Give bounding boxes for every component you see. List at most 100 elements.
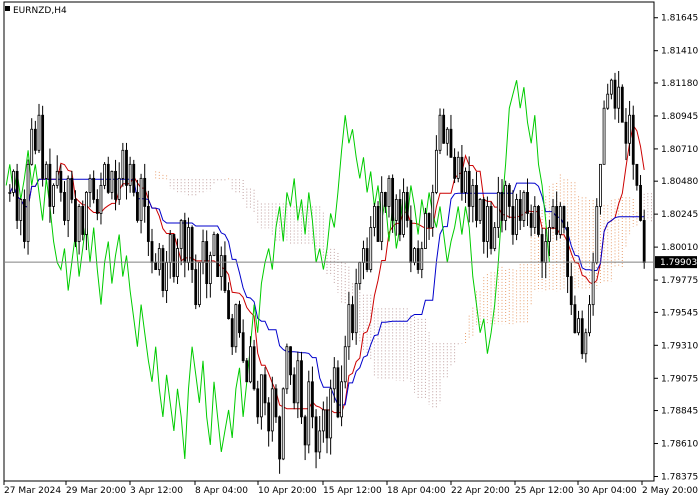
candle-body bbox=[413, 248, 416, 263]
price-tick-label: 1.79310 bbox=[661, 341, 698, 351]
candle-body bbox=[150, 241, 154, 263]
candle-body bbox=[321, 409, 325, 432]
candle-body bbox=[289, 346, 292, 376]
candle-body bbox=[504, 184, 508, 221]
price-axis[interactable]: 1.81645 1.81410 1.81180 1.80945 1.80710 1.804… bbox=[654, 14, 698, 483]
candle-body bbox=[249, 346, 252, 383]
candle-body bbox=[314, 416, 318, 453]
candle-body bbox=[420, 248, 424, 270]
candle-body bbox=[318, 430, 322, 453]
candle-body bbox=[234, 304, 238, 348]
candle-body bbox=[252, 346, 256, 390]
candle-body bbox=[642, 220, 646, 263]
candle-body bbox=[165, 262, 168, 292]
candle-body bbox=[609, 79, 613, 95]
candle-body bbox=[183, 220, 187, 263]
price-tick-label: 1.80710 bbox=[661, 145, 698, 155]
candle-body bbox=[139, 177, 143, 221]
current-price-value: 1.79903 bbox=[660, 258, 697, 268]
candle-body bbox=[114, 170, 117, 200]
candle-body bbox=[445, 128, 449, 144]
candle-body bbox=[449, 128, 453, 158]
candle-body bbox=[307, 381, 311, 446]
candle-body bbox=[387, 177, 391, 207]
candle-body bbox=[464, 170, 467, 193]
candle-body bbox=[405, 191, 409, 221]
candle-body bbox=[489, 206, 493, 249]
candle-body bbox=[245, 360, 249, 383]
candle-body bbox=[292, 374, 296, 404]
candle-body bbox=[478, 199, 482, 221]
candle-body bbox=[15, 170, 19, 221]
time-tick-label: 30 Apr 04:00 bbox=[578, 486, 637, 496]
candle-body bbox=[369, 227, 373, 270]
candle-body bbox=[358, 262, 362, 284]
candle-body bbox=[602, 107, 606, 165]
candle-body bbox=[639, 184, 642, 221]
candle-body bbox=[577, 318, 580, 334]
candle-body bbox=[631, 114, 635, 165]
candle-body bbox=[296, 360, 300, 404]
candle-body bbox=[343, 346, 347, 383]
price-tick-label: 1.81410 bbox=[661, 47, 698, 57]
candle-body bbox=[518, 199, 522, 221]
candle-body bbox=[238, 304, 241, 334]
candle-body bbox=[230, 318, 234, 348]
candle-body bbox=[332, 367, 336, 390]
candle-body bbox=[475, 184, 478, 221]
candle-body bbox=[128, 163, 132, 186]
candle-body bbox=[354, 283, 358, 334]
candle-body bbox=[241, 332, 245, 362]
candle-body bbox=[121, 149, 125, 179]
candle-body bbox=[628, 114, 631, 144]
candle-body bbox=[511, 206, 515, 235]
time-tick-label: 27 Mar 2024 bbox=[4, 486, 61, 496]
candle-body bbox=[588, 304, 591, 334]
candle-body bbox=[533, 206, 537, 228]
candle-body bbox=[620, 86, 624, 123]
candle-body bbox=[197, 262, 201, 306]
candle-body bbox=[88, 177, 92, 193]
candle-body bbox=[599, 163, 602, 207]
candle-body bbox=[351, 304, 354, 334]
price-chart[interactable]: EURNZD,H4 1.816451.814101.811801.809451.… bbox=[0, 0, 700, 500]
candle-body bbox=[8, 191, 12, 194]
candle-body bbox=[507, 184, 511, 207]
time-tick-label: 2 May 20:00 bbox=[642, 486, 698, 496]
candle-body bbox=[438, 114, 442, 151]
candle-body bbox=[187, 227, 190, 263]
candle-body bbox=[456, 156, 460, 179]
candle-body bbox=[194, 269, 198, 306]
candle-body bbox=[161, 248, 165, 292]
candle-body bbox=[482, 199, 486, 242]
candle-body bbox=[383, 191, 387, 207]
symbol-timeframe-label: EURNZD,H4 bbox=[13, 6, 67, 16]
candle-body bbox=[336, 367, 340, 418]
candle-body bbox=[591, 262, 595, 306]
candle-body bbox=[59, 170, 63, 193]
candle-body bbox=[547, 227, 551, 242]
candle-body bbox=[84, 191, 88, 235]
price-tick-label: 1.79545 bbox=[661, 308, 698, 318]
candle-body bbox=[201, 241, 205, 263]
candle-body bbox=[270, 388, 274, 432]
candle-body bbox=[409, 220, 413, 263]
candle-body bbox=[110, 170, 114, 193]
candle-body bbox=[146, 206, 150, 242]
candle-body bbox=[168, 234, 172, 263]
candle-body bbox=[256, 388, 260, 418]
candle-body bbox=[434, 149, 438, 193]
candle-body bbox=[526, 191, 529, 214]
candle-body bbox=[424, 213, 427, 249]
candle-body bbox=[624, 121, 628, 144]
candle-body bbox=[391, 177, 395, 221]
candle-body bbox=[52, 184, 55, 207]
candle-body bbox=[103, 163, 107, 186]
price-tick-label: 1.81180 bbox=[661, 79, 698, 89]
candle-body bbox=[584, 332, 588, 355]
candle-body bbox=[544, 241, 548, 263]
candle-body bbox=[300, 360, 303, 418]
candle-body bbox=[500, 191, 504, 221]
candle-body bbox=[33, 128, 37, 151]
candle-body bbox=[259, 374, 263, 418]
